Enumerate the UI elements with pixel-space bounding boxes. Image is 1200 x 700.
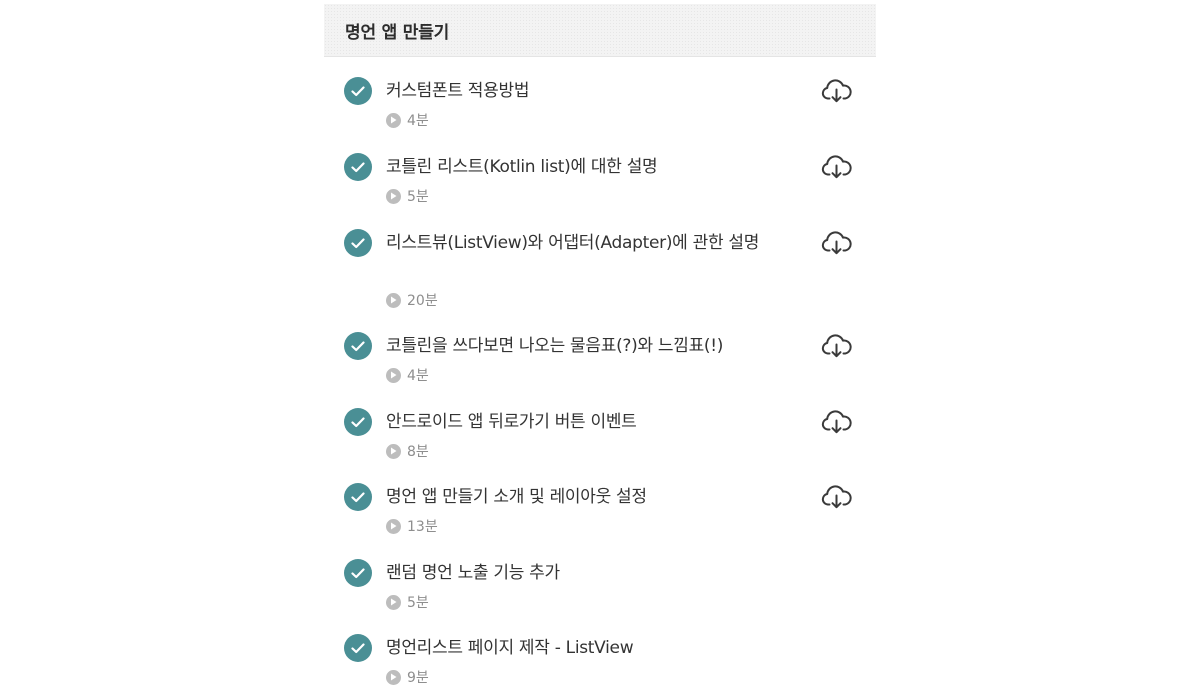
lesson-title[interactable]: 커스텀폰트 적용방법 (386, 78, 766, 105)
lesson-duration: 4분 (407, 113, 429, 129)
play-circle-icon (386, 669, 401, 685)
lesson-title[interactable]: 안드로이드 앱 뒤로가기 버튼 이벤트 (386, 409, 766, 436)
lesson-duration: 20분 (407, 293, 438, 309)
lesson-duration: 9분 (407, 670, 429, 686)
lesson-title[interactable]: 리스트뷰(ListView)와 어댑터(Adapter)에 관한 설명 (386, 230, 766, 257)
play-circle-icon (386, 594, 401, 610)
check-circle-icon (344, 332, 372, 360)
lesson-meta: 9분 (386, 667, 429, 687)
cloud-download-icon[interactable] (821, 484, 852, 510)
check-circle-icon (344, 77, 372, 105)
check-circle-icon (344, 229, 372, 257)
lesson-duration: 5분 (407, 189, 429, 205)
lesson-meta: 4분 (386, 110, 429, 130)
cloud-download-icon[interactable] (821, 230, 852, 256)
lesson-meta: 5분 (386, 186, 429, 206)
cloud-download-icon[interactable] (821, 333, 852, 359)
lesson-meta: 20분 (386, 290, 438, 310)
play-circle-icon (386, 367, 401, 383)
section-header[interactable]: 명언 앱 만들기 (324, 4, 876, 57)
section-title: 명언 앱 만들기 (345, 22, 450, 43)
check-circle-icon (344, 483, 372, 511)
check-circle-icon (344, 559, 372, 587)
lesson-title[interactable]: 랜덤 명언 노출 기능 추가 (386, 560, 766, 587)
lesson-title[interactable]: 명언 앱 만들기 소개 및 레이아웃 설정 (386, 484, 766, 511)
play-circle-icon (386, 112, 401, 128)
cloud-download-icon[interactable] (821, 78, 852, 104)
cloud-download-icon[interactable] (821, 409, 852, 435)
lesson-meta: 13분 (386, 516, 438, 536)
lesson-title[interactable]: 코틀린 리스트(Kotlin list)에 대한 설명 (386, 154, 766, 181)
curriculum-panel: 명언 앱 만들기 커스텀폰트 적용방법 4분 코틀린 리스트(Kotlin li… (324, 4, 876, 700)
lesson-duration: 5분 (407, 595, 429, 611)
lesson-duration: 8분 (407, 444, 429, 460)
lesson-meta: 5분 (386, 592, 429, 612)
cloud-download-icon[interactable] (821, 154, 852, 180)
play-circle-icon (386, 443, 401, 459)
check-circle-icon (344, 408, 372, 436)
lesson-duration: 13분 (407, 519, 438, 535)
lesson-duration: 4분 (407, 368, 429, 384)
lesson-title[interactable]: 명언리스트 페이지 제작 - ListView (386, 635, 766, 662)
check-circle-icon (344, 634, 372, 662)
lesson-meta: 4분 (386, 365, 429, 385)
play-circle-icon (386, 188, 401, 204)
check-circle-icon (344, 153, 372, 181)
lesson-meta: 8분 (386, 441, 429, 461)
play-circle-icon (386, 292, 401, 308)
lesson-title[interactable]: 코틀린을 쓰다보면 나오는 물음표(?)와 느낌표(!) (386, 333, 766, 360)
play-circle-icon (386, 518, 401, 534)
